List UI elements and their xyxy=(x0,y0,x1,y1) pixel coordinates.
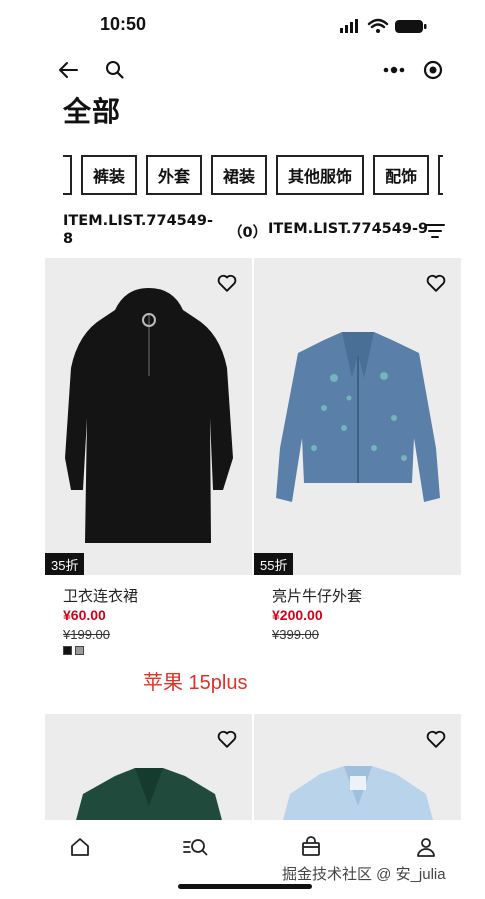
bag-icon[interactable] xyxy=(300,836,322,858)
product-price: ¥60.00 xyxy=(63,607,106,623)
category-chip[interactable]: 衣 xyxy=(63,155,72,195)
color-swatch-black[interactable] xyxy=(63,646,72,655)
home-icon[interactable] xyxy=(69,836,91,858)
category-chip-sports[interactable]: 运 xyxy=(438,155,443,195)
search-icon[interactable] xyxy=(104,59,126,81)
sort-label[interactable]: ITEM.LIST.774549-9 xyxy=(268,221,428,237)
result-count-value: （0） xyxy=(228,225,268,241)
back-arrow-icon[interactable] xyxy=(56,58,80,82)
result-count-label: ITEM.LIST.774549-8 xyxy=(63,213,213,247)
heart-icon[interactable] xyxy=(216,728,238,750)
more-icon[interactable] xyxy=(383,66,405,74)
product-name[interactable]: 卫衣连衣裙 xyxy=(63,585,138,606)
product-original-price: ¥399.00 xyxy=(272,627,319,642)
battery-icon xyxy=(395,20,427,33)
category-chip-accessories[interactable]: 配饰 xyxy=(373,155,430,195)
product-card[interactable]: 55折 亮片牛仔外套 ¥200.00 ¥399.00 xyxy=(254,258,461,658)
category-chip-other-apparel[interactable]: 其他服饰 xyxy=(276,155,365,195)
discount-badge: 55折 xyxy=(254,553,294,575)
product-card[interactable] xyxy=(45,714,252,824)
heart-icon[interactable] xyxy=(425,272,447,294)
category-chip-row[interactable]: 衣 裤装 外套 裙装 其他服饰 配饰 运 xyxy=(63,155,443,197)
category-chip-skirts[interactable]: 裙装 xyxy=(211,155,268,195)
filter-icon[interactable] xyxy=(425,222,445,240)
hoodie-dress-image xyxy=(65,288,233,543)
miniprogram-capsule xyxy=(383,60,443,80)
user-icon[interactable] xyxy=(415,836,437,858)
color-swatches xyxy=(63,646,84,655)
product-image[interactable] xyxy=(45,714,252,824)
product-image[interactable] xyxy=(254,714,461,824)
sequin-denim-jacket-image xyxy=(276,332,440,502)
list-header: ITEM.LIST.774549-8 （0） ITEM.LIST.774549-… xyxy=(63,212,448,256)
status-time: 10:50 xyxy=(100,14,147,34)
product-image[interactable]: 35折 xyxy=(45,258,252,575)
heart-icon[interactable] xyxy=(425,728,447,750)
status-bar: 10:50 xyxy=(0,0,485,50)
product-card[interactable]: 35折 卫衣连衣裙 ¥60.00 ¥199.00 xyxy=(45,258,252,658)
product-price: ¥200.00 xyxy=(272,607,323,623)
product-name[interactable]: 亮片牛仔外套 xyxy=(272,585,362,606)
wifi-icon xyxy=(367,18,389,29)
home-indicator xyxy=(178,884,312,889)
heart-icon[interactable] xyxy=(216,272,238,294)
nav-bar xyxy=(0,52,485,90)
watermark: 掘金技术社区 @ 安_julia xyxy=(282,866,446,883)
category-chip-outerwear[interactable]: 外套 xyxy=(146,155,203,195)
discount-badge: 35折 xyxy=(45,553,85,575)
signal-icon xyxy=(340,19,358,33)
category-search-icon[interactable] xyxy=(183,836,209,858)
status-icons xyxy=(340,18,427,33)
color-swatch-gray[interactable] xyxy=(75,646,84,655)
page-title: 全部 xyxy=(63,96,122,127)
close-miniprogram-icon[interactable] xyxy=(423,60,443,80)
product-card[interactable] xyxy=(254,714,461,824)
category-chip-pants[interactable]: 裤装 xyxy=(81,155,138,195)
device-annotation: 苹果 15plus xyxy=(143,672,248,694)
product-image[interactable]: 55折 xyxy=(254,258,461,575)
product-original-price: ¥199.00 xyxy=(63,627,110,642)
